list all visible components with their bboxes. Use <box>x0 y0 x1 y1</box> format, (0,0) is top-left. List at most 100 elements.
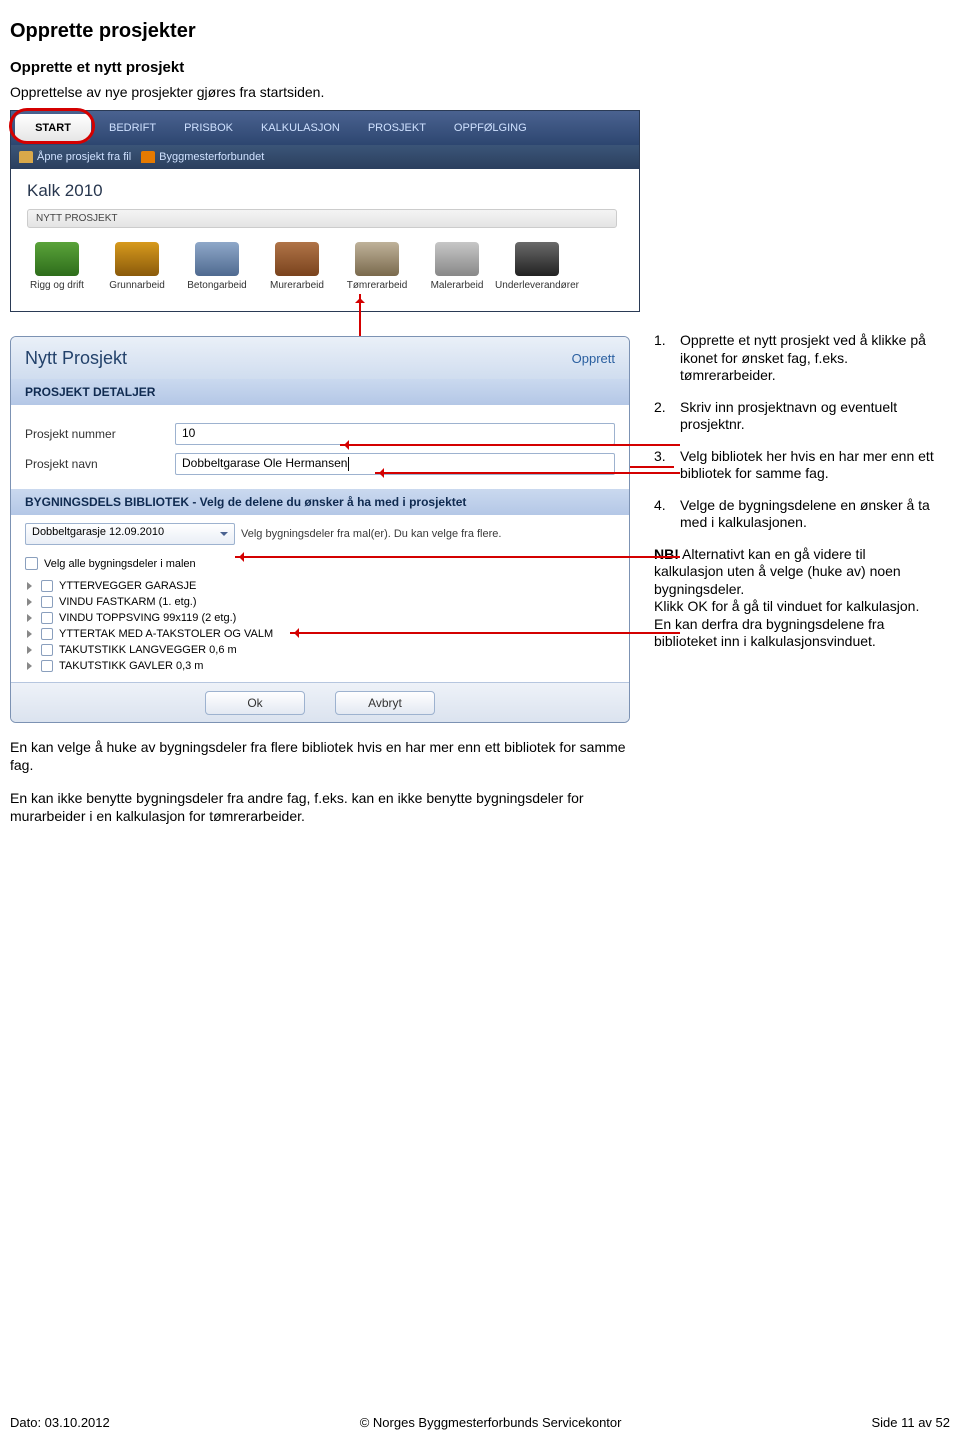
instruction-number: 4. <box>654 497 672 532</box>
input-project-number[interactable]: 10 <box>175 423 615 445</box>
tree-item-label: TAKUTSTIKK LANGVEGGER 0,6 m <box>59 644 237 656</box>
footer-date: Dato: 03.10.2012 <box>10 1415 110 1430</box>
toolbar-org[interactable]: Byggmesterforbundet <box>141 151 264 163</box>
maler-label: Malerarbeid <box>431 280 484 291</box>
tab-prosjekt[interactable]: PROSJEKT <box>354 111 440 145</box>
select-library-template[interactable]: Dobbeltgarasje 12.09.2010 <box>25 523 235 545</box>
tree-item-label: TAKUTSTIKK GAVLER 0,3 m <box>59 660 203 672</box>
toolbar-org-label: Byggmesterforbundet <box>159 151 264 163</box>
app-title: Kalk 2010 <box>27 181 639 201</box>
tree-item-label: VINDU FASTKARM (1. etg.) <box>59 596 197 608</box>
instruction-4: 4.Velge de bygningsdelene en ønsker å ta… <box>654 497 934 532</box>
checkbox-item[interactable] <box>41 596 53 608</box>
expand-icon <box>27 630 35 638</box>
input-project-number-value: 10 <box>182 426 195 440</box>
checkbox-item[interactable] <box>41 628 53 640</box>
expand-icon <box>27 582 35 590</box>
checkbox-item[interactable] <box>41 612 53 624</box>
dialog-wrapper: Nytt Prosjekt Opprett PROSJEKT DETALJER … <box>10 332 630 723</box>
instruction-text: Velge de bygningsdelene en ønsker å ta m… <box>680 497 934 532</box>
tree-item[interactable]: YTTERVEGGER GARASJE <box>25 578 615 594</box>
category-murer[interactable]: Murerarbeid <box>269 242 325 291</box>
ok-button[interactable]: Ok <box>205 691 305 715</box>
betong-label: Betongarbeid <box>187 280 247 291</box>
category-tomrer[interactable]: Tømrerarbeid <box>349 242 405 291</box>
callout-arrow-3 <box>235 556 680 558</box>
instruction-number: 1. <box>654 332 672 385</box>
start-highlight-ellipse <box>9 108 95 144</box>
tree-item-label: VINDU TOPPSVING 99x119 (2 etg.) <box>59 612 236 624</box>
tomrer-icon <box>355 242 399 276</box>
dialog-titlebar: Nytt Prosjekt Opprett <box>11 337 629 379</box>
new-project-icons-row: Rigg og drift Grunnarbeid Betongarbeid M… <box>27 238 639 295</box>
paragraph-multiple-libraries: En kan velge å huke av bygningsdeler fra… <box>10 739 650 774</box>
category-maler[interactable]: Malerarbeid <box>429 242 485 291</box>
tree-item[interactable]: VINDU TOPPSVING 99x119 (2 etg.) <box>25 610 615 626</box>
tab-kalkulasjon[interactable]: KALKULASJON <box>247 111 354 145</box>
grunn-icon <box>115 242 159 276</box>
cancel-button[interactable]: Avbryt <box>335 691 435 715</box>
toolbar-open-project[interactable]: Åpne prosjekt fra fil <box>19 151 131 163</box>
checkbox-item[interactable] <box>41 580 53 592</box>
checkbox-item[interactable] <box>41 644 53 656</box>
category-rigg[interactable]: Rigg og drift <box>29 242 85 291</box>
dialog-title-text: Nytt Prosjekt <box>25 348 127 369</box>
expand-icon <box>27 662 35 670</box>
category-underlev[interactable]: Underleverandører <box>509 242 565 291</box>
org-icon <box>141 151 155 163</box>
label-select-all: Velg alle bygningsdeler i malen <box>44 558 196 570</box>
nb-label: NB! <box>654 546 679 562</box>
instruction-3: 3.Velg bibliotek her hvis en har mer enn… <box>654 448 934 483</box>
callout-arrow-4 <box>290 632 680 634</box>
instruction-number: 3. <box>654 448 672 483</box>
tree-item[interactable]: TAKUTSTIKK LANGVEGGER 0,6 m <box>25 642 615 658</box>
nb-text: Alternativt kan en gå videre til kalkula… <box>654 546 919 650</box>
toolbar-open-label: Åpne prosjekt fra fil <box>37 151 131 163</box>
numbered-instructions: 1.Opprette et nytt prosjekt ved å klikke… <box>654 332 934 651</box>
nb-note: NB! Alternativt kan en gå videre til kal… <box>654 546 934 651</box>
section-new-project: NYTT PROSJEKT <box>27 209 617 228</box>
page-title: Opprette prosjekter <box>10 20 950 43</box>
cancel-button-label: Avbryt <box>368 696 402 710</box>
rigg-icon <box>35 242 79 276</box>
dialog-create-link[interactable]: Opprett <box>572 351 615 366</box>
instruction-2: 2.Skriv inn prosjektnavn og eventuelt pr… <box>654 399 934 434</box>
expand-icon <box>27 598 35 606</box>
row-library-select: Dobbeltgarasje 12.09.2010 Velg bygningsd… <box>11 515 629 553</box>
app-body: Kalk 2010 NYTT PROSJEKT Rigg og drift Gr… <box>11 169 639 311</box>
new-project-dialog: Nytt Prosjekt Opprett PROSJEKT DETALJER … <box>10 336 630 723</box>
tree-item[interactable]: YTTERTAK MED A-TAKSTOLER OG VALM <box>25 626 615 642</box>
label-project-number: Prosjekt nummer <box>25 427 175 441</box>
app-toolbar: Åpne prosjekt fra fil Byggmesterforbunde… <box>11 145 639 169</box>
tab-prisbok[interactable]: PRISBOK <box>170 111 247 145</box>
category-betong[interactable]: Betongarbeid <box>189 242 245 291</box>
instruction-text: Velg bibliotek her hvis en har mer enn e… <box>680 448 934 483</box>
betong-icon <box>195 242 239 276</box>
instruction-1: 1.Opprette et nytt prosjekt ved å klikke… <box>654 332 934 385</box>
ok-button-label: Ok <box>247 696 262 710</box>
checkbox-select-all[interactable] <box>25 557 38 570</box>
maler-icon <box>435 242 479 276</box>
paragraph-other-trade: En kan ikke benytte bygningsdeler fra an… <box>10 790 650 825</box>
callout-arrow-2 <box>340 444 680 446</box>
screenshot-start-page: START BEDRIFT PRISBOK KALKULASJON PROSJE… <box>10 110 640 312</box>
tab-bedrift[interactable]: BEDRIFT <box>95 111 170 145</box>
footer-copyright: © Norges Byggmesterforbunds Servicekonto… <box>360 1415 622 1430</box>
grunn-label: Grunnarbeid <box>109 280 165 291</box>
label-project-name: Prosjekt navn <box>25 457 175 471</box>
building-parts-tree: YTTERVEGGER GARASJE VINDU FASTKARM (1. e… <box>11 574 629 682</box>
dialog-button-row: Ok Avbryt <box>11 682 629 722</box>
tree-item[interactable]: TAKUTSTIKK GAVLER 0,3 m <box>25 658 615 674</box>
callout-arrow-2b <box>375 472 680 474</box>
underlev-label: Underleverandører <box>495 280 579 291</box>
category-grunn[interactable]: Grunnarbeid <box>109 242 165 291</box>
checkbox-item[interactable] <box>41 660 53 672</box>
expand-icon <box>27 646 35 654</box>
tree-item[interactable]: VINDU FASTKARM (1. etg.) <box>25 594 615 610</box>
instruction-text: Opprette et nytt prosjekt ved å klikke p… <box>680 332 934 385</box>
tree-item-label: YTTERVEGGER GARASJE <box>59 580 196 592</box>
section-subtitle: Opprette et nytt prosjekt <box>10 59 950 76</box>
tab-oppfolging[interactable]: OPPFØLGING <box>440 111 541 145</box>
tomrer-label: Tømrerarbeid <box>347 280 408 291</box>
tree-item-label: YTTERTAK MED A-TAKSTOLER OG VALM <box>59 628 273 640</box>
